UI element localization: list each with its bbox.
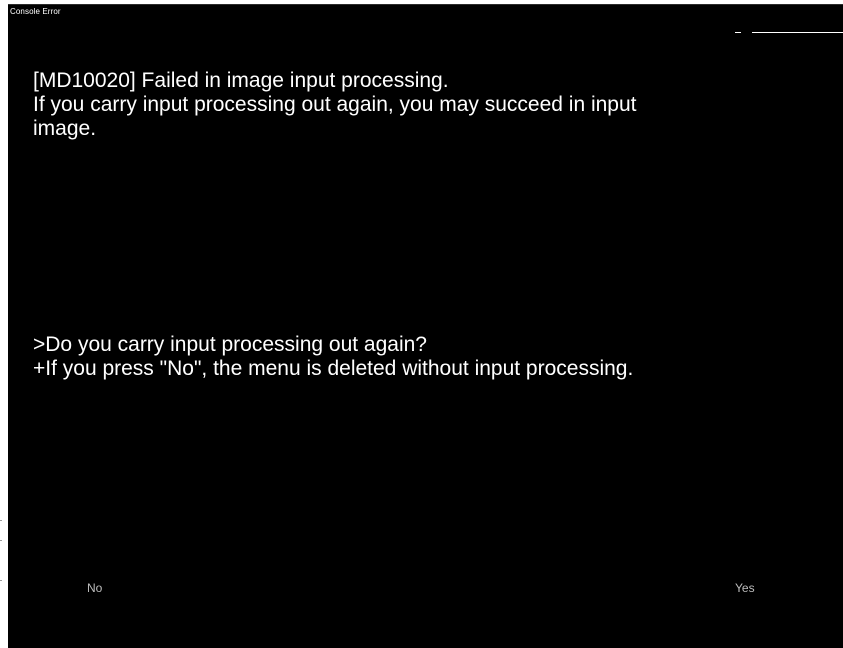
error-message: [MD10020] Failed in image input processi… [33,69,823,141]
no-button[interactable]: No [87,581,102,595]
edge-mark [0,520,2,521]
prompt-question: >Do you carry input processing out again… [33,333,427,356]
title-bar-dash [735,32,741,33]
retry-prompt: >Do you carry input processing out again… [33,333,823,381]
yes-button[interactable]: Yes [735,581,755,595]
console-error-dialog: Console Error [MD10020] Failed in image … [8,4,843,648]
error-line-code: [MD10020] Failed in image input processi… [33,69,449,92]
title-bar-line [752,32,843,33]
error-line-continuation: image. [33,117,97,140]
edge-mark [0,580,2,581]
window-title: Console Error [10,7,61,16]
title-bar: Console Error [8,5,843,27]
error-line-hint: If you carry input processing out again,… [33,93,637,116]
edge-mark [0,540,2,541]
prompt-note: +If you press "No", the menu is deleted … [33,357,634,380]
